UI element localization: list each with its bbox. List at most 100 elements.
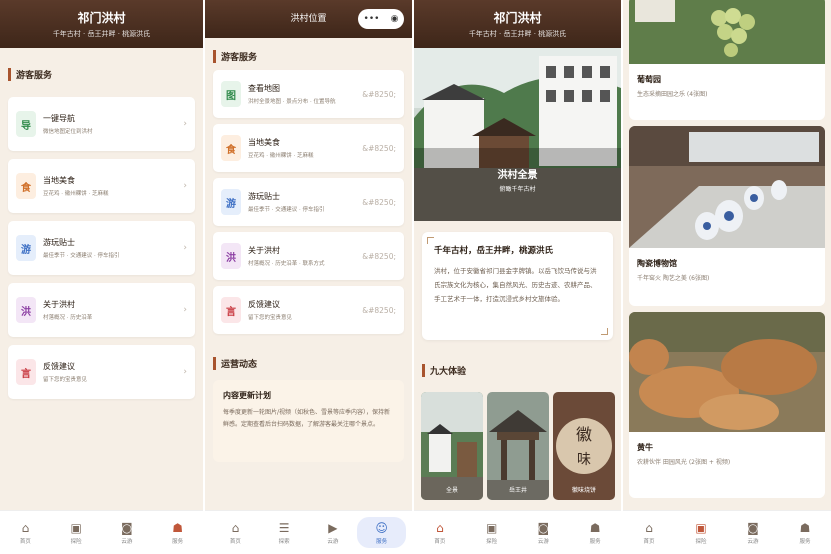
experience-label: 徽味烧饼 <box>571 487 596 494</box>
svg-text:徽: 徽 <box>576 425 592 444</box>
home-icon: ⌂ <box>231 520 240 535</box>
tab-service[interactable]: ☗ 服务 <box>152 511 203 554</box>
section-title: 九大体验 <box>422 364 466 377</box>
tab-label: 探险 <box>486 538 498 545</box>
card-title: 当地美食 <box>248 138 280 147</box>
grapes-image <box>629 0 825 64</box>
service-card-about[interactable]: 洪 关于洪村 村落概况 · 历史沿革 › <box>8 283 195 337</box>
home-icon: ⌂ <box>436 520 444 535</box>
service-icon: ☗ <box>172 520 183 535</box>
tab-label: 服务 <box>589 538 601 545</box>
service-card-food[interactable]: 食 当地美食 豆花鸡 · 徽州粿饼 · 芝麻糕 &#8250; <box>213 124 404 172</box>
tab-service[interactable]: ☺ 服务 <box>357 517 406 548</box>
header-title: 洪村位置 <box>290 14 327 24</box>
service-card-tips[interactable]: 游 游玩贴士 最佳季节 · 交通建议 · 停车指引 › <box>8 221 195 275</box>
service-icon: ☗ <box>589 520 601 535</box>
tab-label: 服务 <box>172 538 184 545</box>
card-desc: 洪村全景地图 · 景点分布 · 位置导航 <box>248 99 336 105</box>
trailing-entity-text: &#8250; <box>362 197 396 207</box>
screen-home: 祁门洪村 千年古村 · 岳王井畔 · 桃源洪氏 洪村全景 俯瞰千年古村 千年古村… <box>414 0 621 554</box>
about-icon: 洪 <box>16 297 36 323</box>
tab-explore[interactable]: ▣ 探险 <box>675 511 727 554</box>
experience-card-panorama[interactable]: 全景 <box>421 392 483 500</box>
tab-cloud-tour[interactable]: ◙ 云游 <box>102 511 153 554</box>
attraction-desc: 生态采摘田园之乐 (4张图) <box>637 91 708 98</box>
attraction-card-cattle[interactable]: 黄牛 农耕伙伴 田园风光 (2张图 + 视频) <box>629 312 825 498</box>
tab-home[interactable]: ⌂ 首页 <box>414 511 466 554</box>
tab-label: 服务 <box>376 538 388 545</box>
carousel-dots[interactable] <box>414 210 621 221</box>
app-header: 洪村位置 ••• ◉ <box>205 0 412 38</box>
service-card-food[interactable]: 食 当地美食 豆花鸡 · 徽州粿饼 · 芝麻糕 › <box>8 159 195 213</box>
chevron-right-icon: › <box>183 243 187 253</box>
tab-service[interactable]: ☗ 服务 <box>569 511 621 554</box>
tab-home[interactable]: ⌂ 首页 <box>211 517 260 548</box>
service-card-feedback[interactable]: 言 反馈建议 留下您的宝贵意见 › <box>8 345 195 399</box>
card-desc: 微信地图定位到洪村 <box>43 129 93 135</box>
chevron-right-icon: › <box>183 181 187 191</box>
card-title: 一键导航 <box>43 114 75 123</box>
chevron-right-icon: › <box>183 305 187 315</box>
service-card-navigation[interactable]: 导 一键导航 微信地图定位到洪村 › <box>8 97 195 151</box>
menu-icon: ☰ <box>278 520 290 535</box>
attraction-card-vineyard[interactable]: 葡萄园 生态采摘田园之乐 (4张图) <box>629 0 825 120</box>
trailing-entity-text: &#8250; <box>362 305 396 315</box>
service-card-feedback[interactable]: 言 反馈建议 留下您的宝贵意见 &#8250; <box>213 286 404 334</box>
service-card-tips[interactable]: 游 游玩贴士 最佳季节 · 交通建议 · 停车指引 &#8250; <box>213 178 404 226</box>
tab-cloud-tour[interactable]: ◙ 云游 <box>518 511 570 554</box>
section-title: 游客服务 <box>8 68 52 81</box>
tab-home[interactable]: ⌂ 首页 <box>623 511 675 554</box>
tab-explore[interactable]: ▣ 探险 <box>466 511 518 554</box>
header-title: 祁门洪村 <box>493 11 542 25</box>
about-icon: 洪 <box>221 243 241 269</box>
backpack-icon: ▣ <box>485 520 498 535</box>
card-title: 当地美食 <box>43 176 75 185</box>
hero-carousel[interactable]: 洪村全景 俯瞰千年古村 <box>414 48 621 221</box>
home-icon: ⌂ <box>21 520 30 535</box>
hero-title: 洪村全景 <box>497 170 538 181</box>
attraction-card-ceramics[interactable]: 陶瓷博物馆 千年窑火 陶艺之美 (6张图) <box>629 126 825 306</box>
card-title: 反馈建议 <box>248 300 280 309</box>
miniprogram-capsule[interactable]: ••• ◉ <box>358 9 404 29</box>
experience-label: 岳王井 <box>508 487 527 494</box>
card-desc: 最佳季节 · 交通建议 · 停车指引 <box>248 207 325 213</box>
tab-explore[interactable]: ☰ 探索 <box>260 517 309 548</box>
news-card: 内容更新计划 每季度更新一轮图片/视频（如秋色、雪景等应季内容），保持新鲜感。定… <box>213 380 404 462</box>
cattle-image <box>629 312 825 432</box>
card-title: 查看地图 <box>248 84 280 93</box>
tab-label: 首页 <box>19 538 31 545</box>
card-desc: 留下您的宝贵意见 <box>43 377 88 383</box>
tab-home[interactable]: ⌂ 首页 <box>0 511 51 554</box>
tab-label: 首页 <box>229 538 241 545</box>
card-desc: 豆花鸡 · 徽州粿饼 · 芝麻糕 <box>43 191 109 197</box>
experience-card-well[interactable]: 岳王井 <box>487 392 549 500</box>
card-desc: 村落概况 · 历史沿革 · 联系方式 <box>248 261 325 267</box>
app-header: 祁门洪村 千年古村 · 岳王井畔 · 桃源洪氏 <box>0 0 203 48</box>
service-card-about[interactable]: 洪 关于洪村 村落概况 · 历史沿革 · 联系方式 &#8250; <box>213 232 404 280</box>
camera-icon: ◙ <box>537 520 550 535</box>
section-title: 游客服务 <box>213 50 257 63</box>
intro-title: 千年古村，岳王井畔，桃源洪氏 <box>434 246 554 256</box>
service-card-map[interactable]: 图 查看地图 洪村全景地图 · 景点分布 · 位置导航 &#8250; <box>213 70 404 118</box>
attraction-desc: 千年窑火 陶艺之美 (6张图) <box>637 275 710 282</box>
tab-cloud-tour[interactable]: ▶ 云游 <box>309 517 358 548</box>
hero-caption: 洪村全景 俯瞰千年古村 <box>414 166 621 193</box>
trailing-entity-text: &#8250; <box>362 143 396 153</box>
tab-bar: ⌂ 首页 ▣ 探险 ◙ 云游 ☗ 服务 <box>623 510 831 554</box>
tab-service[interactable]: ☗ 服务 <box>779 511 831 554</box>
tab-bar: ⌂ 首页 ▣ 探险 ◙ 云游 ☗ 服务 <box>414 510 621 554</box>
tab-cloud-tour[interactable]: ◙ 云游 <box>727 511 779 554</box>
ceramics-museum-image <box>629 126 825 248</box>
card-title: 游玩贴士 <box>248 192 280 201</box>
card-desc: 豆花鸡 · 徽州粿饼 · 芝麻糕 <box>248 153 314 159</box>
attraction-title: 陶瓷博物馆 <box>637 259 677 268</box>
news-body: 每季度更新一轮图片/视频（如秋色、雪景等应季内容），保持新鲜感。定期查看后台扫码… <box>223 409 391 428</box>
screen-services: 祁门洪村 千年古村 · 岳王井畔 · 桃源洪氏 游客服务 导 一键导航 微信地图定… <box>0 0 203 554</box>
tab-label: 云游 <box>121 538 133 545</box>
more-icon[interactable]: ••• <box>364 14 380 24</box>
tab-explore[interactable]: ▣ 探险 <box>51 511 102 554</box>
experience-card-shaobing[interactable]: 徽 味 徽味烧饼 <box>553 392 615 500</box>
screens-collage: 祁门洪村 千年古村 · 岳王井畔 · 桃源洪氏 游客服务 导 一键导航 微信地图定… <box>0 0 831 554</box>
close-circle-icon[interactable]: ◉ <box>391 14 399 24</box>
chevron-right-icon: › <box>183 119 187 129</box>
